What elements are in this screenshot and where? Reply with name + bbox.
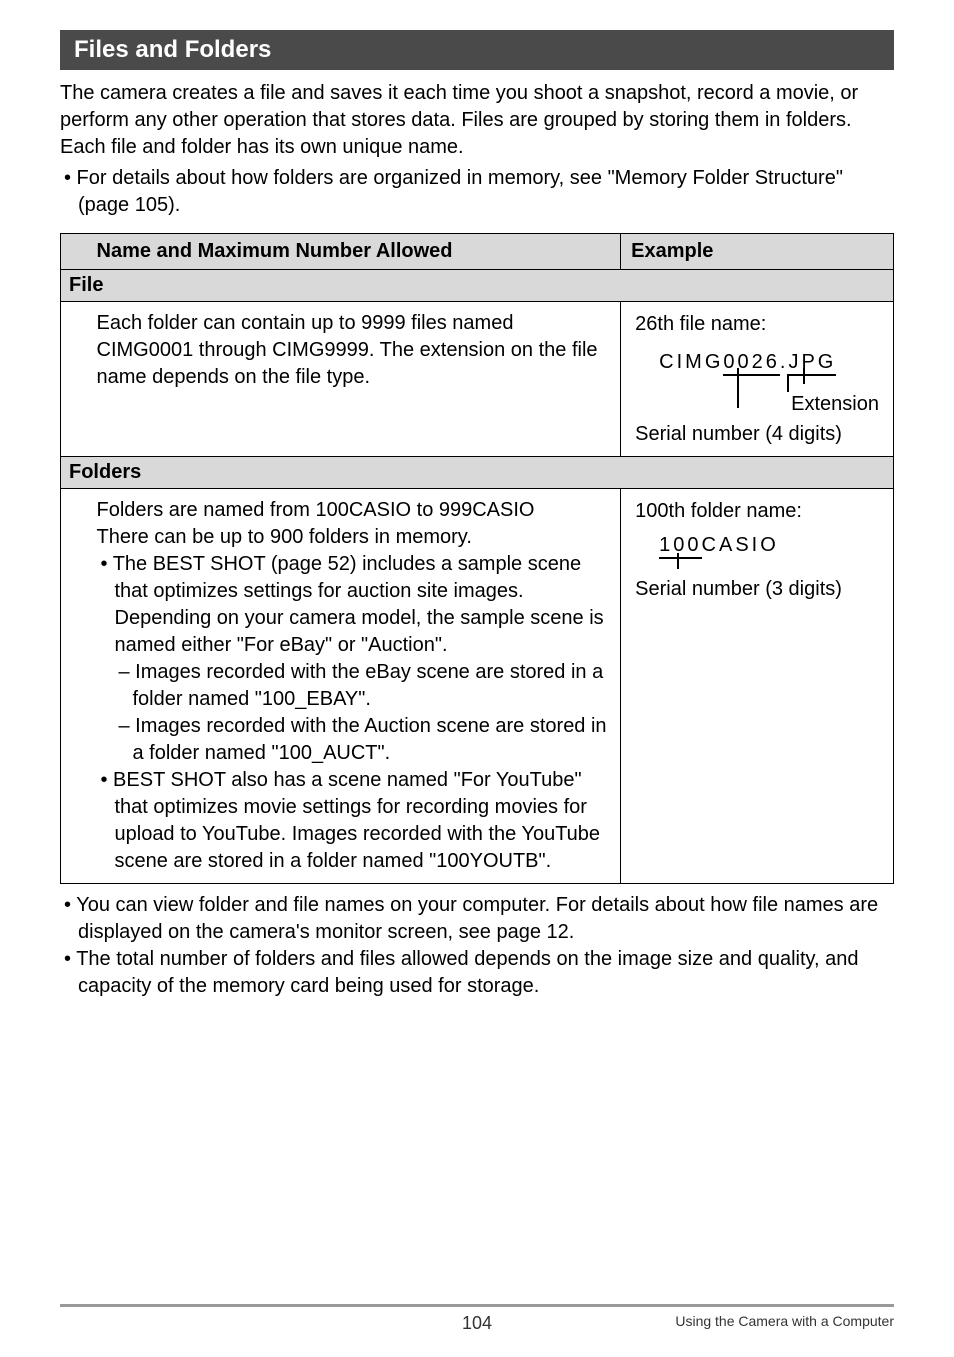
filename-serial: 0026 (723, 351, 780, 376)
folder-example-title: 100th folder name: (635, 497, 879, 525)
folders-subheader: Folders (61, 457, 894, 489)
folders-dash-2: – Images recorded with the Auction scene… (97, 713, 611, 767)
file-row: Each folder can contain up to 9999 files… (61, 302, 894, 457)
file-example: 26th file name: CIMG0026.JPG Extension S… (621, 302, 894, 457)
folders-description: Folders are named from 100CASIO to 999CA… (87, 489, 621, 884)
folders-desc-1: Folders are named from 100CASIO to 999CA… (97, 497, 611, 524)
after-bullet-1: • You can view folder and file names on … (60, 892, 894, 946)
folder-example: 100th folder name: 100CASIO Serial numbe… (621, 489, 894, 884)
folders-row: Folders are named from 100CASIO to 999CA… (61, 489, 894, 884)
folders-label: Folders (61, 457, 894, 489)
page-number: 104 (462, 1313, 492, 1334)
serial-label-file: Serial number (4 digits) (635, 420, 879, 448)
file-example-filename: CIMG0026.JPG (659, 348, 879, 376)
folders-dash-1: – Images recorded with the eBay scene ar… (97, 659, 611, 713)
folder-serial: 100 (659, 534, 701, 559)
folders-desc-2: There can be up to 900 folders in memory… (97, 524, 611, 551)
page-footer: 104 Using the Camera with a Computer (60, 1304, 894, 1329)
footer-section-name: Using the Camera with a Computer (675, 1313, 894, 1329)
file-subheader: File (61, 270, 894, 302)
intro-bullet: • For details about how folders are orga… (60, 165, 894, 219)
after-bullet-2: • The total number of folders and files … (60, 946, 894, 1000)
filename-prefix: CIMG (659, 351, 723, 373)
extension-label: Extension (791, 390, 879, 418)
folder-suffix: CASIO (702, 534, 779, 556)
table-header-row: Name and Maximum Number Allowed Example (61, 234, 894, 270)
filename-ext: JPG (788, 351, 836, 376)
file-example-title: 26th file name: (635, 310, 879, 338)
file-label: File (61, 270, 894, 302)
col-header-name: Name and Maximum Number Allowed (87, 234, 621, 270)
folder-serial-label: Serial number (3 digits) (635, 575, 879, 603)
files-folders-table: Name and Maximum Number Allowed Example … (60, 233, 894, 884)
intro-paragraph: The camera creates a file and saves it e… (60, 80, 894, 161)
section-header: Files and Folders (60, 30, 894, 70)
folders-bullet-1: • The BEST SHOT (page 52) includes a sam… (97, 551, 611, 659)
folder-example-name: 100CASIO (659, 531, 879, 559)
folders-bullet-2: • BEST SHOT also has a scene named "For … (97, 767, 611, 875)
file-description: Each folder can contain up to 9999 files… (87, 302, 621, 457)
after-notes: • You can view folder and file names on … (60, 892, 894, 1000)
col-header-example: Example (621, 234, 894, 270)
